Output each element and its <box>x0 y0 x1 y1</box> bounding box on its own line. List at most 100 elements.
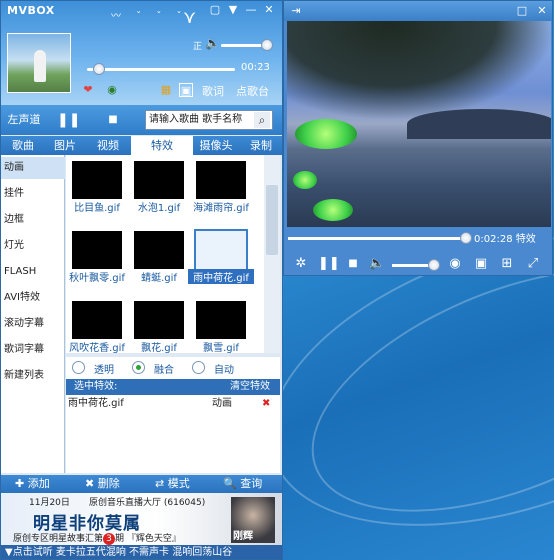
video-screen[interactable] <box>287 21 551 227</box>
tab-record[interactable]: 录制 <box>239 136 282 155</box>
effect-caption[interactable]: 飘雪.gif <box>188 339 254 353</box>
record-icon[interactable]: ▣ <box>472 255 490 273</box>
radio-auto[interactable] <box>192 361 205 374</box>
sidebar-item-new-list[interactable]: 新建列表 <box>1 365 65 387</box>
close-button[interactable]: ✕ <box>260 3 278 17</box>
video-time: 0:02:28 特效 <box>474 230 536 245</box>
tab-bar: 歌曲 图片 视频 特效 摄像头 录制 <box>1 136 282 155</box>
colors-icon[interactable]: ▦ <box>159 83 173 97</box>
heart-icon[interactable]: ❤ <box>81 83 95 97</box>
pause-icon[interactable]: ❚❚ <box>57 109 80 131</box>
selected-effect-row[interactable]: 雨中荷花.gif 动画 ✖ <box>66 395 280 413</box>
video-progress-slider[interactable] <box>288 237 468 240</box>
effect-thumbnail[interactable] <box>196 301 246 339</box>
skin-button[interactable]: ▢ <box>206 3 224 17</box>
sidebar-item-lyric-caption[interactable]: 歌词字幕 <box>1 339 65 361</box>
tab-effects[interactable]: 特效 <box>131 136 193 155</box>
effect-caption[interactable]: 比目鱼.gif <box>66 199 130 214</box>
control-bar: 左声道 ❚❚ ■ 请输入歌曲 歌手名称 ⌕ <box>1 105 282 135</box>
radio-transparent-label: 透明 <box>94 365 114 376</box>
menu-button[interactable]: ▼ <box>224 3 242 17</box>
sidebar-item-animation[interactable]: 动画 <box>1 157 65 179</box>
effect-thumbnail[interactable] <box>134 161 184 199</box>
close-button[interactable]: ✕ <box>534 4 550 18</box>
maximize-button[interactable]: □ <box>514 4 530 18</box>
effects-button[interactable]: 特效 <box>516 234 536 245</box>
effect-caption[interactable]: 蜻蜓.gif <box>126 269 192 284</box>
remove-icon[interactable]: ✖ <box>262 395 270 413</box>
mode-button[interactable]: ⇄ 模式 <box>155 475 190 493</box>
tab-images[interactable]: 图片 <box>45 136 85 155</box>
stop-icon[interactable]: ■ <box>105 109 121 131</box>
volume-knob[interactable] <box>261 39 273 51</box>
progress-slider[interactable] <box>87 68 235 71</box>
ad-sub-num: 3 <box>103 533 116 545</box>
grid-scrollbar[interactable] <box>264 155 280 353</box>
radio-transparent[interactable] <box>72 361 85 374</box>
effect-thumbnail[interactable] <box>72 161 122 199</box>
sidebar-item-avi[interactable]: AVI特效 <box>1 287 65 309</box>
effect-caption[interactable]: 秋叶飘零.gif <box>66 269 130 284</box>
birds-decoration: 〰 ˇ ˇ ˇ <box>111 11 188 22</box>
progress-knob[interactable] <box>93 63 105 75</box>
lotus-leaf <box>293 171 317 189</box>
search-icon[interactable]: ⌕ <box>254 112 270 128</box>
dock-icon[interactable]: ⇥ <box>288 4 304 18</box>
ad-banner[interactable]: 11月20日 原创音乐直播大厅 (616045) 明星非你莫属 原创专区明星故事… <box>1 493 282 545</box>
sidebar-item-pendant[interactable]: 挂件 <box>1 183 65 205</box>
clear-effects-button[interactable]: 清空特效 <box>230 379 270 395</box>
effect-caption-selected[interactable]: 雨中荷花.gif <box>188 269 254 284</box>
effect-thumbnail[interactable] <box>134 301 184 339</box>
volume-icon[interactable]: 🔈 <box>205 36 220 50</box>
add-button[interactable]: ✚ 添加 <box>15 475 50 493</box>
globe-icon[interactable]: ◉ <box>105 83 119 97</box>
crop-icon[interactable]: ⊞ <box>498 255 516 273</box>
effect-caption[interactable]: 风吹花香.gif <box>66 339 130 353</box>
radio-blend[interactable] <box>132 361 145 374</box>
effect-caption[interactable]: 飘花.gif <box>126 339 192 353</box>
pause-icon[interactable]: ❚❚ <box>318 255 340 273</box>
mvbox-window: MVBOX 〰 ˇ ˇ ˇ ⋎ ▢ ▼ — ✕ 正 🔈 00:23 ❤ ◉ ▦ … <box>0 0 283 560</box>
sidebar-item-light[interactable]: 灯光 <box>1 235 65 257</box>
ad-date: 11月20日 <box>29 498 70 508</box>
lotus-leaf <box>295 119 357 149</box>
effect-caption[interactable]: 海滩雨帘.gif <box>188 199 254 214</box>
video-progress-knob[interactable] <box>460 232 472 244</box>
search-input[interactable]: 请输入歌曲 歌手名称 ⌕ <box>145 110 273 130</box>
sidebar-item-scroll-caption[interactable]: 滚动字幕 <box>1 313 65 335</box>
scroll-thumb[interactable] <box>266 185 278 255</box>
stop-icon[interactable]: ■ <box>344 255 362 273</box>
song-request-link[interactable]: 点歌台 <box>236 83 269 99</box>
lyrics-link[interactable]: 歌词 <box>202 83 224 99</box>
selected-effects-title: 选中特效: <box>74 381 118 392</box>
effect-thumbnail[interactable] <box>72 231 122 269</box>
tab-video[interactable]: 视频 <box>85 136 131 155</box>
distant-hill <box>407 109 551 139</box>
video-player-window: ⇥ □ ✕ 0:02:28 特效 ✲ ❚❚ ■ 🔈 ◉ ▣ ⊞ ⤢ <box>283 0 553 276</box>
settings-icon[interactable]: ✲ <box>292 255 310 273</box>
play-time: 00:23 <box>241 62 270 73</box>
effect-thumbnail[interactable] <box>134 231 184 269</box>
camera-icon[interactable]: ◉ <box>446 255 464 273</box>
ticker[interactable]: ▼点击试听 麦卡拉五代混响 不需声卡 混响回荡山谷 <box>1 545 282 559</box>
effect-thumbnail[interactable] <box>196 161 246 199</box>
tab-camera[interactable]: 摄像头 <box>193 136 239 155</box>
volume-icon[interactable]: 🔈 <box>368 255 386 273</box>
effect-thumbnail[interactable] <box>72 301 122 339</box>
ad-sub-prefix: 原创专区明星故事汇第 <box>13 534 104 544</box>
delete-button[interactable]: ✖ 删除 <box>85 475 120 493</box>
effect-caption[interactable]: 水泡1.gif <box>126 199 192 214</box>
channel-button[interactable]: 左声道 <box>3 109 45 131</box>
sidebar-item-flash[interactable]: FLASH <box>1 261 65 283</box>
window-icon[interactable]: ▣ <box>179 83 193 97</box>
category-sidebar: 动画 挂件 边框 灯光 FLASH AVI特效 滚动字幕 歌词字幕 新建列表 <box>1 155 65 473</box>
query-button[interactable]: 🔍 查询 <box>223 475 262 493</box>
sidebar-item-border[interactable]: 边框 <box>1 209 65 231</box>
fullscreen-icon[interactable]: ⤢ <box>524 255 542 273</box>
effect-thumbnail-selected[interactable] <box>194 229 248 271</box>
app-logo: MVBOX <box>7 4 55 17</box>
minimize-button[interactable]: — <box>242 3 260 17</box>
player-volume-knob[interactable] <box>428 259 440 271</box>
tab-songs[interactable]: 歌曲 <box>1 136 45 155</box>
tree-silhouette <box>287 21 551 121</box>
